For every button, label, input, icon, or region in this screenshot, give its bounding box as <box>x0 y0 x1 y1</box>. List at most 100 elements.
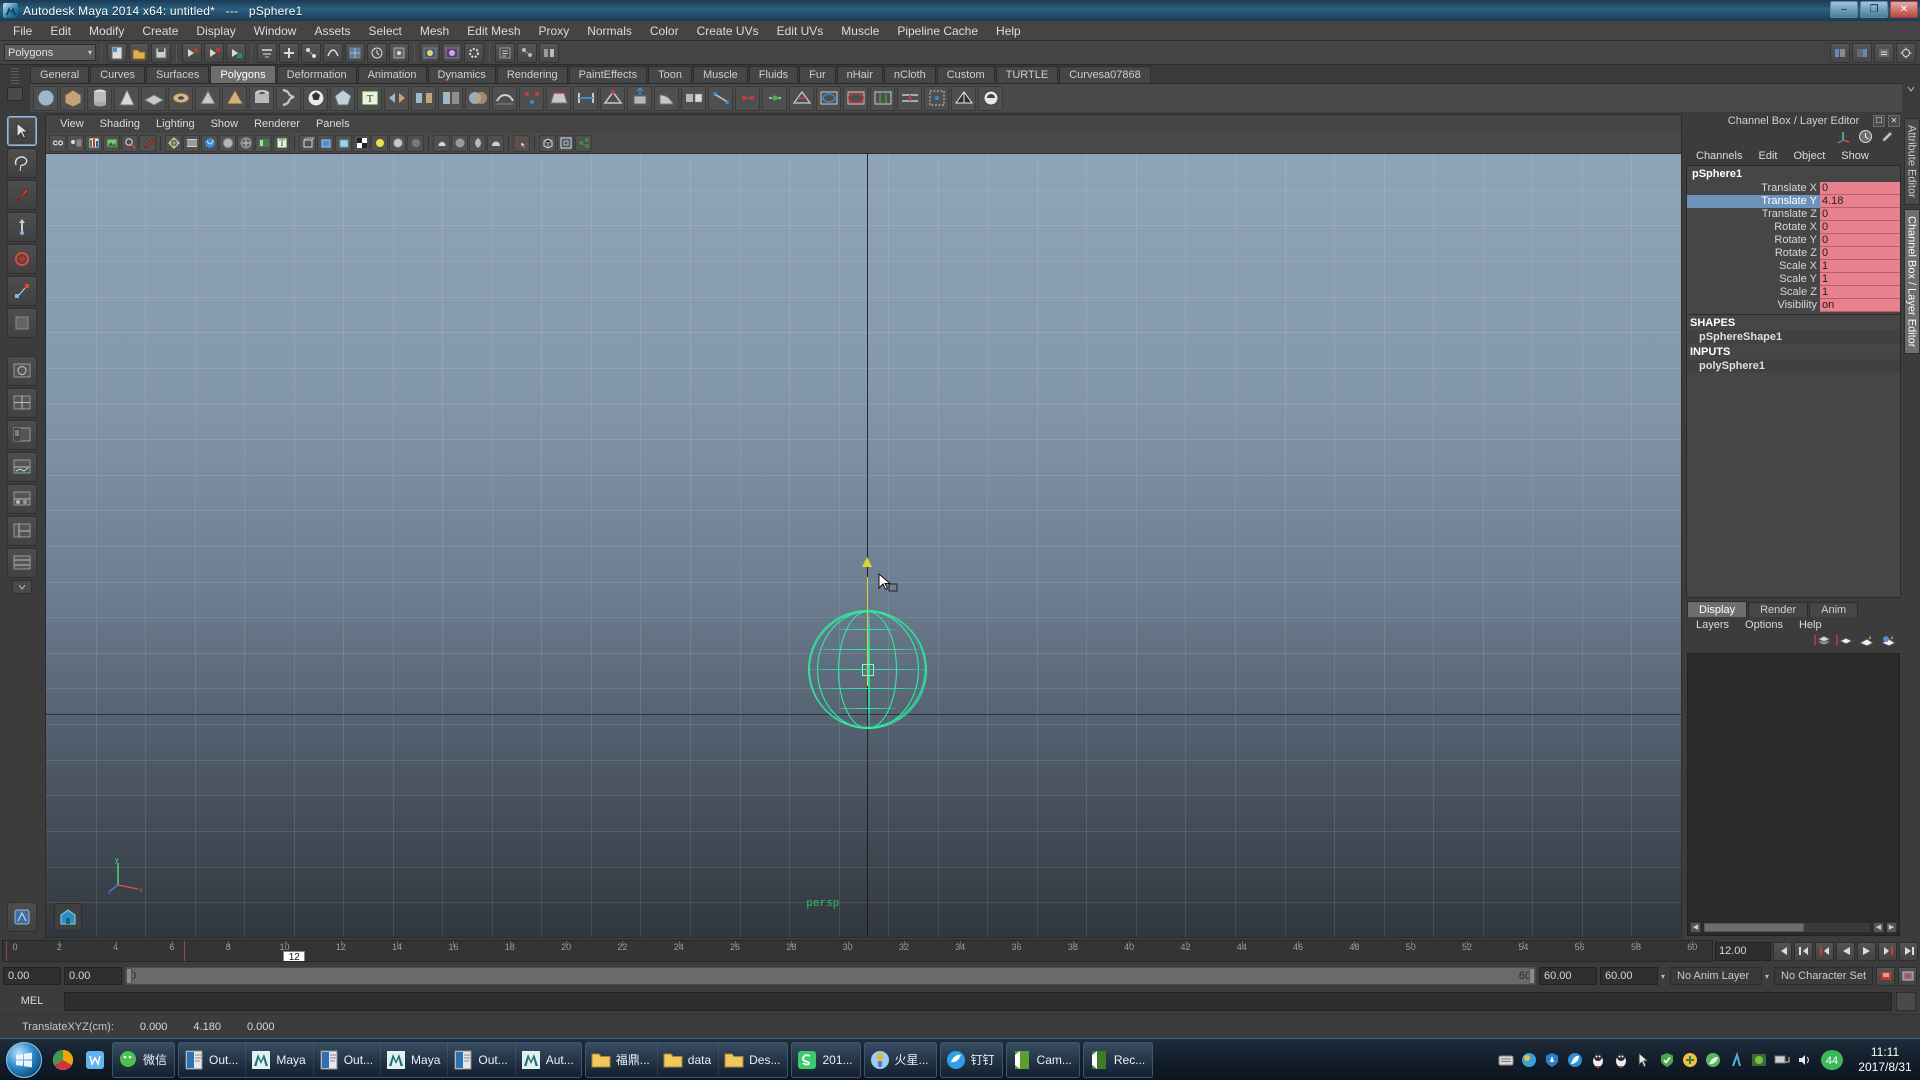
shelf-tab-animation[interactable]: Animation <box>357 66 427 83</box>
menu-item-modify[interactable]: Modify <box>80 22 133 40</box>
add-divisions-icon[interactable] <box>870 85 895 111</box>
time-slider[interactable]: 12 0 2 4 6 8 10 12 14 16 18 20 22 24 26 28 30 32 34 36 38 40… <box>2 940 1713 962</box>
character-set-selector[interactable]: No Character Set <box>1774 967 1873 985</box>
xray-shading-icon[interactable] <box>237 134 254 152</box>
outliner-persp-layout-button[interactable] <box>6 420 37 450</box>
taskbar-item-out[interactable]: Out... <box>448 1042 516 1077</box>
network-icon[interactable] <box>1773 1051 1791 1069</box>
channel-value-scale-z[interactable]: 1 <box>1820 286 1900 299</box>
step-forward-frame-button[interactable] <box>1878 941 1897 961</box>
extract-icon[interactable] <box>438 85 463 111</box>
new-scene-button[interactable] <box>107 42 127 63</box>
taskbar-item-data[interactable]: data <box>658 1042 720 1077</box>
help-tool-button[interactable] <box>6 902 37 932</box>
channel-box-menu-object[interactable]: Object <box>1785 149 1833 163</box>
channel-label-scale-y[interactable]: Scale Y <box>1687 273 1820 286</box>
open-hypergraph-button[interactable] <box>517 42 537 63</box>
construction-history-button[interactable] <box>367 42 387 63</box>
viewport-frame-icon[interactable] <box>557 134 574 152</box>
poly-prism-icon[interactable] <box>195 85 220 111</box>
isolate-select-icon[interactable] <box>433 134 450 152</box>
shelf-tab-curves[interactable]: Curves <box>90 66 145 83</box>
poly-cone-icon[interactable] <box>114 85 139 111</box>
menu-item-assets[interactable]: Assets <box>305 22 359 40</box>
layer-menu-layers[interactable]: Layers <box>1688 619 1737 631</box>
select-by-component-button[interactable] <box>226 42 246 63</box>
undock-panel-icon[interactable]: ☐ <box>1873 114 1885 127</box>
animation-start-time-field[interactable]: 0.00 <box>3 967 61 985</box>
ipr-render-button[interactable] <box>442 42 462 63</box>
eyedropper-icon[interactable] <box>1880 129 1895 147</box>
multisample-aa-icon[interactable] <box>389 134 406 152</box>
grease-pencil-icon[interactable] <box>139 134 156 152</box>
xray-joints-icon[interactable] <box>255 134 272 152</box>
quicklaunch-browser-icon[interactable] <box>48 1043 78 1077</box>
camera-attributes-icon[interactable] <box>67 134 84 152</box>
persp-outliner-graph-layout-button[interactable] <box>6 516 37 546</box>
taskbar-item-out[interactable]: Out... <box>179 1042 247 1077</box>
poly-type-icon[interactable]: T <box>357 85 382 111</box>
select-camera-icon[interactable] <box>49 134 66 152</box>
persp-relationship-layout-button[interactable] <box>6 548 37 578</box>
poly-cylinder-icon[interactable] <box>87 85 112 111</box>
poly-platonic-icon[interactable] <box>330 85 355 111</box>
tab-channel-box-layer-editor[interactable]: Channel Box / Layer Editor <box>1903 208 1920 355</box>
channel-value-scale-x[interactable]: 1 <box>1820 260 1900 273</box>
perspective-viewport[interactable]: persp y x z <box>45 153 1682 938</box>
notification-badge[interactable]: 44 <box>1819 1049 1845 1071</box>
scroll-right-icon[interactable]: ▶ <box>1886 921 1897 933</box>
clock-icon[interactable] <box>1858 129 1873 147</box>
paint-selection-tool-button[interactable] <box>6 180 37 210</box>
volume-icon[interactable] <box>1796 1051 1814 1069</box>
keyboard-icon[interactable] <box>1497 1051 1515 1069</box>
smooth-shade-all-icon[interactable] <box>183 134 200 152</box>
make-live-button[interactable] <box>389 42 409 63</box>
taskbar-item-cam[interactable]: Cam... <box>1007 1043 1079 1077</box>
save-scene-button[interactable] <box>151 42 171 63</box>
mouse-icon[interactable] <box>1635 1051 1653 1069</box>
shade-smooth-preview-icon[interactable] <box>469 134 486 152</box>
last-tool-button[interactable] <box>6 308 37 338</box>
persp-graph-layout-button[interactable] <box>6 452 37 482</box>
channel-label-rotate-z[interactable]: Rotate Z <box>1687 247 1820 260</box>
screen-space-ao-icon[interactable] <box>353 134 370 152</box>
layer-list[interactable]: ◀ ◀ ▶ <box>1687 652 1900 936</box>
component-mask-button[interactable] <box>257 42 277 63</box>
viewport-menu-lighting[interactable]: Lighting <box>148 117 203 131</box>
menu-item-pipeline-cache[interactable]: Pipeline Cache <box>888 22 987 40</box>
marquee-select-icon[interactable] <box>513 134 530 152</box>
menu-item-display[interactable]: Display <box>187 22 244 40</box>
polygon-sphere-object[interactable] <box>807 609 927 729</box>
channel-label-rotate-x[interactable]: Rotate X <box>1687 221 1820 234</box>
tab-attribute-editor[interactable]: Attribute Editor <box>1903 118 1920 205</box>
average-vertices-icon[interactable] <box>519 85 544 111</box>
render-current-frame-button[interactable] <box>420 42 440 63</box>
taskbar-item-201[interactable]: 201... <box>792 1043 859 1077</box>
shelf-tab-toon[interactable]: Toon <box>648 66 692 83</box>
channel-label-scale-z[interactable]: Scale Z <box>1687 286 1820 299</box>
channel-value-translate-x[interactable]: 0 <box>1820 182 1900 195</box>
shelf-tab-surfaces[interactable]: Surfaces <box>145 66 210 83</box>
shelf-tab-turtle[interactable]: TURTLE <box>995 66 1059 83</box>
channel-label-translate-x[interactable]: Translate X <box>1687 182 1820 195</box>
taskbar-item-maya[interactable]: Maya <box>381 1042 449 1077</box>
viewport-menu-renderer[interactable]: Renderer <box>246 117 308 131</box>
command-input[interactable] <box>64 991 1892 1011</box>
image-plane-icon[interactable] <box>103 134 120 152</box>
character-set-chevron-icon[interactable]: ▾ <box>1765 972 1769 981</box>
manipulator-icon[interactable] <box>1836 129 1851 147</box>
taskbar-item-maya[interactable]: Maya <box>246 1042 314 1077</box>
viewport-menu-shading[interactable]: Shading <box>92 117 148 131</box>
layer-tab-display[interactable]: Display <box>1687 600 1748 617</box>
four-view-layout-button[interactable] <box>6 388 37 418</box>
range-slider-left-handle[interactable] <box>126 968 132 984</box>
select-by-hierarchy-button[interactable] <box>182 42 202 63</box>
channel-box-menu-show[interactable]: Show <box>1833 149 1877 163</box>
menu-item-mesh[interactable]: Mesh <box>411 22 458 40</box>
channel-value-scale-y[interactable]: 1 <box>1820 273 1900 286</box>
channel-box-menu-edit[interactable]: Edit <box>1750 149 1785 163</box>
menu-item-edit-mesh[interactable]: Edit Mesh <box>458 22 529 40</box>
channel-label-visibility[interactable]: Visibility <box>1687 299 1820 312</box>
wedge-face-icon[interactable] <box>654 85 679 111</box>
scroll-thumb[interactable] <box>1704 922 1804 932</box>
